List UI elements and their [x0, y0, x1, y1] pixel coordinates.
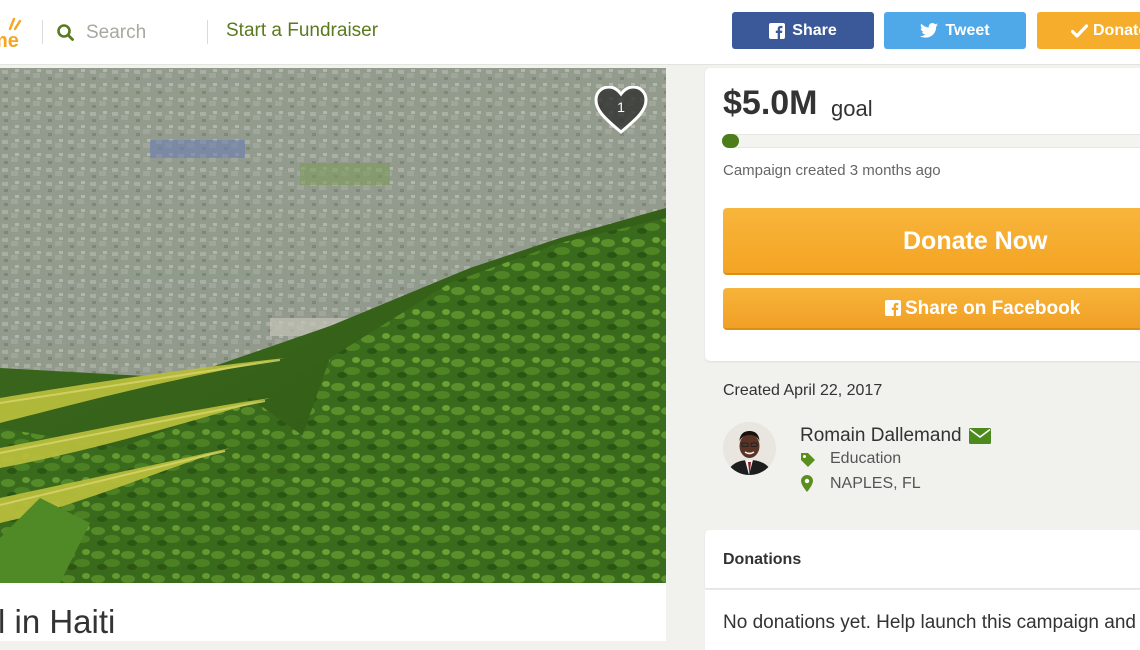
header-donate-label: Donate	[1093, 21, 1140, 39]
map-pin-icon	[801, 475, 813, 492]
facebook-icon	[885, 300, 901, 316]
share-button[interactable]: Share	[732, 12, 874, 49]
goal-amount: $5.0M	[723, 84, 818, 122]
share-on-facebook-button[interactable]: Share on Facebook	[723, 288, 1140, 330]
site-logo[interactable]: me	[0, 9, 24, 52]
created-date: Created April 22, 2017	[723, 382, 883, 399]
goal-label: goal	[831, 96, 873, 121]
category-link[interactable]: Education	[830, 450, 901, 468]
location-text: NAPLES, FL	[830, 475, 921, 492]
favorite-heart-button[interactable]: 1	[594, 85, 648, 136]
donate-now-label: Donate Now	[903, 227, 1048, 255]
logo-text: me	[0, 30, 19, 52]
search-input[interactable]: Search	[86, 22, 146, 44]
header-divider	[42, 20, 43, 44]
logo-sun-icon	[8, 17, 22, 31]
header-donate-button[interactable]: Donate	[1037, 12, 1140, 49]
progress-track	[722, 134, 1140, 148]
donate-now-button[interactable]: Donate Now	[723, 208, 1140, 275]
campaign-title: l in Haiti	[0, 603, 116, 640]
share-on-facebook-label: Share on Facebook	[905, 298, 1081, 319]
campaign-created-ago: Campaign created 3 months ago	[723, 162, 941, 179]
site-header: me Search Start a Fundraiser Share Tweet…	[0, 0, 1140, 65]
tag-icon	[801, 453, 815, 467]
campaign-photo	[0, 68, 666, 583]
organizer-avatar[interactable]	[723, 422, 776, 475]
start-fundraiser-link[interactable]: Start a Fundraiser	[226, 20, 378, 42]
facebook-icon	[769, 22, 786, 39]
tweet-button[interactable]: Tweet	[884, 12, 1026, 49]
header-divider	[207, 20, 208, 44]
twitter-icon	[920, 23, 939, 38]
organizer-name[interactable]: Romain Dallemand	[800, 425, 962, 447]
no-donations-text: No donations yet. Help launch this campa…	[723, 612, 1136, 633]
checkmark-icon	[1071, 23, 1088, 38]
donations-heading: Donations	[723, 551, 802, 568]
search-box[interactable]: Search	[56, 18, 146, 48]
tweet-button-label: Tweet	[945, 21, 990, 39]
search-icon	[57, 24, 74, 41]
progress-fill	[722, 134, 739, 148]
envelope-icon[interactable]	[969, 428, 991, 444]
heart-count: 1	[617, 99, 625, 115]
share-button-label: Share	[792, 21, 837, 39]
